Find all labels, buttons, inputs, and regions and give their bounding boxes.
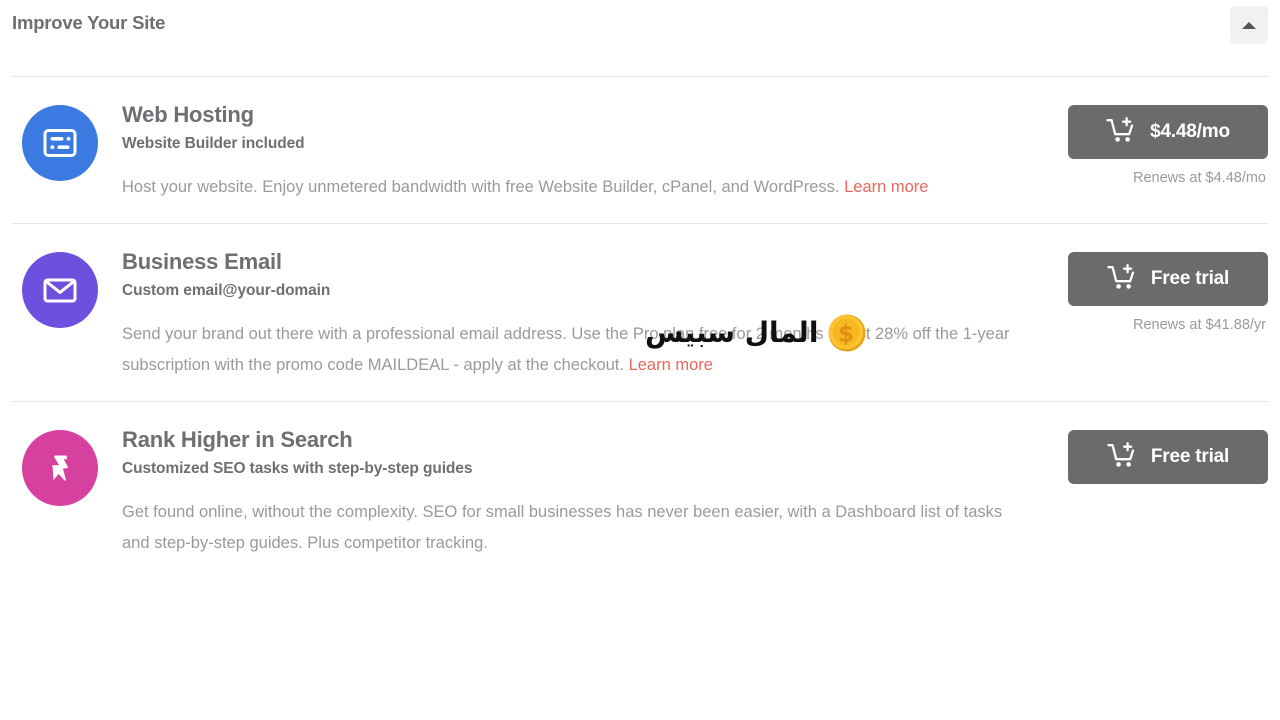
product-description: Get found online, without the complexity… bbox=[122, 497, 1012, 559]
product-subtitle: Website Builder included bbox=[122, 135, 305, 152]
product-description-text: Send your brand out there with a profess… bbox=[122, 325, 1010, 374]
add-to-cart-button[interactable]: Free trial bbox=[1068, 430, 1268, 484]
panel-header: Improve Your Site bbox=[0, 0, 1280, 76]
coin-icon: $ bbox=[826, 312, 868, 354]
renewal-price-note: Renews at $4.48/mo bbox=[1133, 170, 1266, 186]
product-row-business-email: Business Email Custom email@your-domain … bbox=[0, 224, 1280, 401]
add-to-cart-label: $4.48/mo bbox=[1150, 121, 1230, 142]
product-text-column: Web Hosting Website Builder included Hos… bbox=[122, 99, 1048, 203]
add-to-cart-label: Free trial bbox=[1150, 446, 1230, 467]
collapse-panel-button[interactable] bbox=[1230, 6, 1268, 44]
product-subtitle: Customized SEO tasks with step-by-step g… bbox=[122, 460, 473, 477]
product-cta-column: Free trial Renews at $41.88/yr bbox=[1048, 246, 1268, 381]
improve-your-site-panel: Improve Your Site Web Hosting Website Bu… bbox=[0, 0, 1280, 720]
renewal-price-note: Renews at $41.88/yr bbox=[1133, 317, 1266, 333]
product-title: Rank Higher in Search bbox=[122, 427, 353, 452]
product-title: Business Email bbox=[122, 249, 282, 274]
product-description-text: Get found online, without the complexity… bbox=[122, 503, 1003, 552]
product-text-column: Rank Higher in Search Customized SEO tas… bbox=[122, 424, 1048, 559]
product-description: Host your website. Enjoy unmetered bandw… bbox=[122, 172, 1012, 203]
product-subtitle: Custom email@your-domain bbox=[122, 282, 331, 299]
product-icon-column bbox=[12, 246, 122, 381]
product-text-column: Business Email Custom email@your-domain … bbox=[122, 246, 1048, 381]
product-title: Web Hosting bbox=[122, 102, 254, 127]
lightning-bolt-icon bbox=[22, 430, 98, 506]
add-to-cart-button[interactable]: Free trial bbox=[1068, 252, 1268, 306]
product-cta-column: $4.48/mo Renews at $4.48/mo bbox=[1048, 99, 1268, 203]
product-row-web-hosting: Web Hosting Website Builder included Hos… bbox=[0, 77, 1280, 223]
product-cta-column: Free trial bbox=[1048, 424, 1268, 559]
envelope-icon bbox=[22, 252, 98, 328]
product-description: Send your brand out there with a profess… bbox=[122, 319, 1012, 381]
watermark-overlay: $ المال سبيس bbox=[645, 312, 868, 354]
product-icon-column bbox=[12, 424, 122, 559]
add-to-cart-icon bbox=[1107, 441, 1137, 473]
add-to-cart-icon bbox=[1106, 116, 1136, 148]
product-icon-column bbox=[12, 99, 122, 203]
add-to-cart-button[interactable]: $4.48/mo bbox=[1068, 105, 1268, 159]
watermark-text: المال سبيس bbox=[645, 316, 819, 349]
add-to-cart-label: Free trial bbox=[1150, 268, 1230, 289]
add-to-cart-icon bbox=[1107, 263, 1137, 295]
learn-more-link[interactable]: Learn more bbox=[844, 178, 928, 196]
learn-more-link[interactable]: Learn more bbox=[629, 356, 713, 374]
caret-up-icon bbox=[1242, 21, 1256, 29]
page-title: Improve Your Site bbox=[12, 12, 166, 33]
web-hosting-icon bbox=[22, 105, 98, 181]
svg-text:$: $ bbox=[838, 322, 854, 348]
product-description-text: Host your website. Enjoy unmetered bandw… bbox=[122, 178, 845, 196]
product-row-rank-higher-in-search: Rank Higher in Search Customized SEO tas… bbox=[0, 402, 1280, 579]
